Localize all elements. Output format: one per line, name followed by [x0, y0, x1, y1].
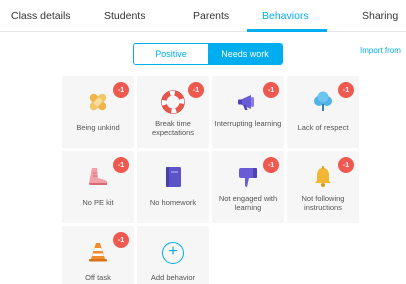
points-badge: -1: [113, 82, 129, 98]
tab-sharing[interactable]: Sharing: [362, 10, 398, 22]
behavior-label: Lack of respect: [297, 123, 349, 132]
tab-bar: Class details Students Parents Behaviors…: [0, 0, 406, 32]
tab-behaviors[interactable]: Behaviors: [262, 10, 309, 22]
positive-toggle-button[interactable]: Positive: [134, 44, 208, 64]
behavior-label: Not engaged with learning: [218, 194, 278, 212]
add-behavior-card[interactable]: + Add behavior: [137, 226, 209, 284]
points-badge: -1: [263, 82, 279, 98]
add-behavior-label: Add behavior: [150, 273, 196, 282]
points-badge: -1: [338, 82, 354, 98]
sneaker-icon: [86, 165, 110, 189]
behavior-label: Interrupting learning: [214, 119, 282, 128]
plus-icon: +: [162, 242, 184, 264]
points-badge: -1: [113, 232, 129, 248]
lifebuoy-icon: [161, 90, 185, 114]
behavior-label: No PE kit: [82, 198, 114, 207]
import-from-link[interactable]: Import from: [360, 46, 401, 55]
points-badge: -1: [263, 157, 279, 173]
tab-students[interactable]: Students: [104, 10, 145, 22]
behavior-card-break-time-expectations[interactable]: -1 Break time expectations: [137, 76, 209, 148]
tree-icon: [311, 90, 335, 114]
thumbs-down-icon: [236, 165, 260, 189]
behavior-label: Off task: [85, 273, 111, 282]
behavior-card-being-unkind[interactable]: -1 Being unkind: [62, 76, 134, 148]
behavior-label: Being unkind: [76, 123, 120, 132]
behavior-label: Break time expectations: [151, 119, 195, 137]
tab-parents[interactable]: Parents: [193, 10, 229, 22]
active-tab-indicator: [247, 29, 327, 32]
points-badge: -1: [113, 157, 129, 173]
behavior-card-no-pe-kit[interactable]: -1 No PE kit: [62, 151, 134, 223]
points-badge: -1: [338, 157, 354, 173]
traffic-cone-icon: [86, 240, 110, 264]
megaphone-icon: [236, 90, 260, 114]
book-icon: [161, 165, 185, 189]
behavior-type-toggle: Positive Needs work: [133, 43, 283, 65]
behavior-label: No homework: [149, 198, 197, 207]
needs-work-toggle-button[interactable]: Needs work: [208, 44, 282, 64]
behavior-card-not-engaged-with-learning[interactable]: -1 Not engaged with learning: [212, 151, 284, 223]
points-badge: -1: [188, 82, 204, 98]
tab-class-details[interactable]: Class details: [11, 10, 71, 22]
bell-icon: [311, 165, 335, 189]
behavior-label: Not following instructions: [301, 194, 345, 212]
behavior-card-off-task[interactable]: -1 Off task: [62, 226, 134, 284]
behavior-card-lack-of-respect[interactable]: -1 Lack of respect: [287, 76, 359, 148]
bandage-icon: [86, 90, 110, 114]
behavior-card-interrupting-learning[interactable]: -1 Interrupting learning: [212, 76, 284, 148]
behavior-card-not-following-instructions[interactable]: -1 Not following instructions: [287, 151, 359, 223]
behavior-card-no-homework[interactable]: No homework: [137, 151, 209, 223]
